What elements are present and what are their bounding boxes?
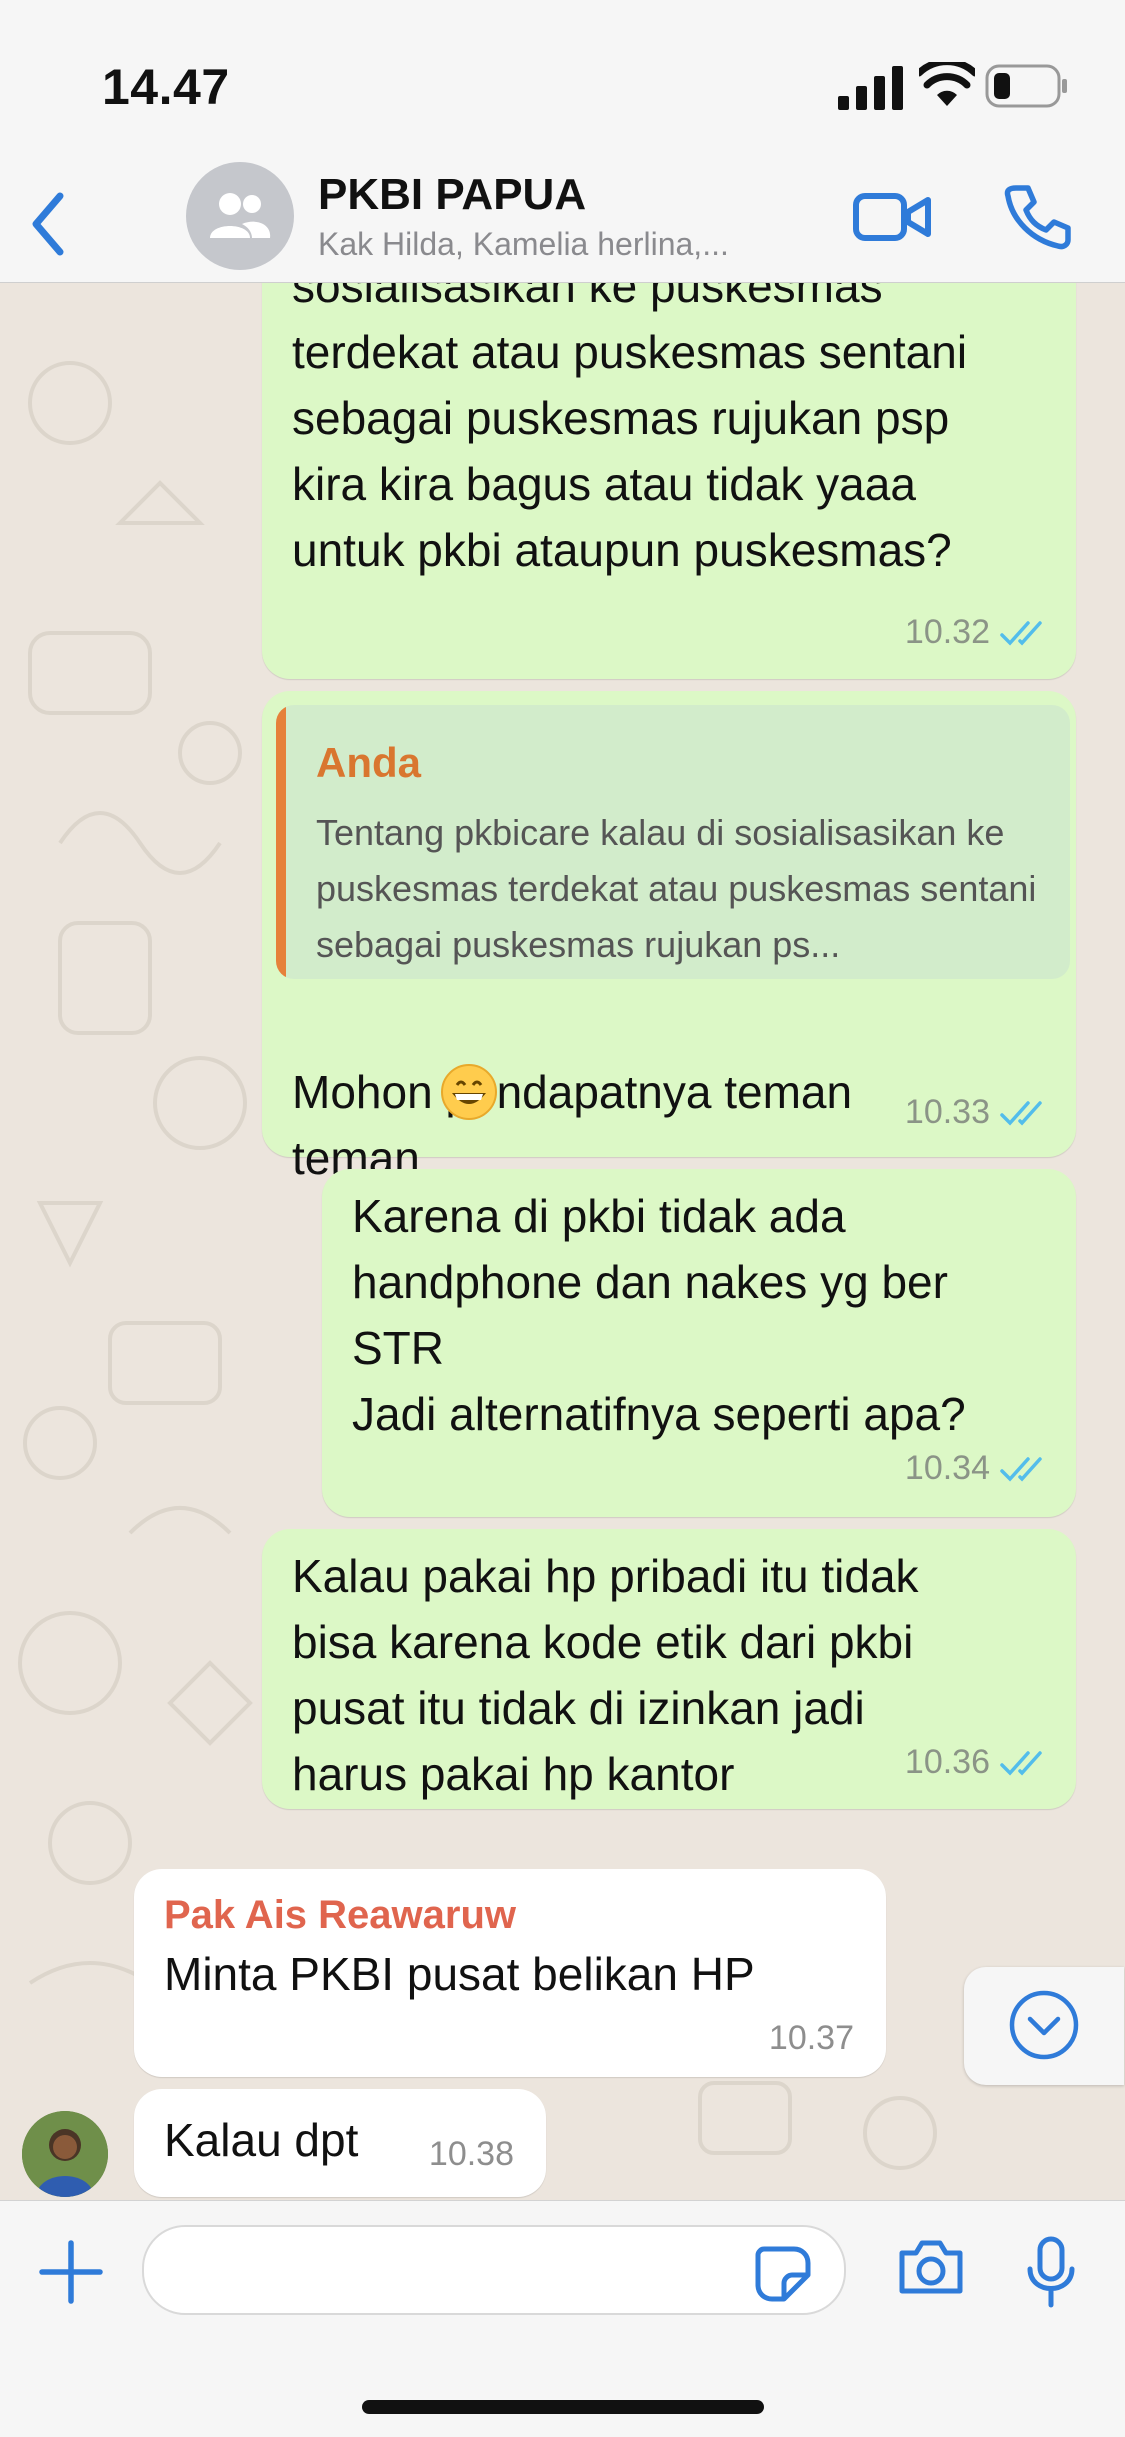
video-camera-icon[interactable] xyxy=(852,182,932,252)
reply-quote[interactable]: Anda Tentang pkbicare kalau di sosialisa… xyxy=(276,705,1070,979)
read-ticks-icon xyxy=(1000,1456,1042,1482)
grinning-face-emoji xyxy=(441,1064,497,1120)
message-meta: 10.37 xyxy=(769,2019,854,2058)
quote-text: Tentang pkbicare kalau di sosialisasikan… xyxy=(316,812,1037,965)
quote-accent-bar xyxy=(276,705,286,979)
quote-sender: Anda xyxy=(316,739,421,786)
message-meta: 10.34 xyxy=(905,1449,1048,1488)
microphone-icon[interactable] xyxy=(1022,2235,1080,2309)
message-text-content: Mohon pendapatnya teman teman xyxy=(292,1066,853,1184)
message-text: Karena di pkbi tidak ada handphone dan n… xyxy=(352,1190,966,1440)
message-input[interactable] xyxy=(142,2225,846,2315)
status-bar: 14.47 xyxy=(0,0,1125,160)
message-time: 10.34 xyxy=(904,1449,990,1487)
chat-header: PKBI PAPUA Kak Hilda, Kamelia herlina,..… xyxy=(0,160,1125,283)
message-sender[interactable]: Pak Ais Reawaruw xyxy=(164,1893,516,1938)
group-people-icon xyxy=(210,193,271,238)
message-bubble-outgoing[interactable]: sosialisasikan ke puskesmas terdekat ata… xyxy=(262,283,1076,679)
message-bubble-outgoing[interactable]: Kalau pakai hp pribadi itu tidak bisa ka… xyxy=(262,1529,1076,1809)
message-bubble-incoming[interactable]: Pak Ais Reawaruw Minta PKBI pusat belika… xyxy=(134,1869,886,2077)
message-time: 10.37 xyxy=(768,2019,854,2057)
sender-avatar[interactable] xyxy=(22,2111,108,2197)
plus-icon[interactable] xyxy=(38,2239,104,2305)
read-ticks-icon xyxy=(1000,620,1042,646)
message-text: Kalau dpt xyxy=(164,2114,359,2166)
message-meta: 10.36 xyxy=(905,1743,1048,1782)
phone-icon[interactable] xyxy=(1002,180,1074,252)
message-bubble-incoming[interactable]: Kalau dpt 10.38 xyxy=(134,2089,546,2197)
read-ticks-icon xyxy=(1000,1100,1042,1126)
message-time: 10.33 xyxy=(904,1093,990,1131)
chevron-down-circle-icon xyxy=(1009,1990,1079,2060)
message-bubble-outgoing[interactable]: Anda Tentang pkbicare kalau di sosialisa… xyxy=(262,691,1076,1184)
message-meta: 10.33 xyxy=(905,1093,1048,1132)
home-indicator[interactable] xyxy=(362,2400,764,2414)
avatar-photo xyxy=(22,2111,108,2197)
chat-area[interactable]: sosialisasikan ke puskesmas terdekat ata… xyxy=(0,283,1125,2200)
status-time: 14.47 xyxy=(102,59,230,115)
message-text: Mohon pendapatnya teman teman xyxy=(292,993,932,1191)
message-bubble-outgoing[interactable]: Karena di pkbi tidak ada handphone dan n… xyxy=(322,1169,1076,1517)
battery-icon xyxy=(985,64,1067,108)
wifi-icon xyxy=(919,62,975,106)
message-meta: 10.38 xyxy=(429,2135,514,2174)
chevron-left-icon[interactable] xyxy=(22,184,82,264)
sticker-icon[interactable] xyxy=(754,2245,812,2303)
chat-title[interactable]: PKBI PAPUA xyxy=(318,170,586,220)
message-time: 10.32 xyxy=(904,613,990,651)
camera-icon[interactable] xyxy=(896,2237,966,2297)
message-time: 10.38 xyxy=(428,2135,514,2173)
message-text: Minta PKBI pusat belikan HP xyxy=(164,1948,755,2000)
message-meta: 10.32 xyxy=(905,613,1048,652)
scroll-to-bottom-button[interactable] xyxy=(964,1967,1124,2085)
read-ticks-icon xyxy=(1000,1750,1042,1776)
chat-members[interactable]: Kak Hilda, Kamelia herlina,... xyxy=(318,226,818,263)
group-avatar[interactable] xyxy=(186,162,294,270)
message-text: sosialisasikan ke puskesmas terdekat ata… xyxy=(292,283,968,576)
message-time: 10.36 xyxy=(904,1743,990,1781)
signal-icon xyxy=(838,66,903,110)
